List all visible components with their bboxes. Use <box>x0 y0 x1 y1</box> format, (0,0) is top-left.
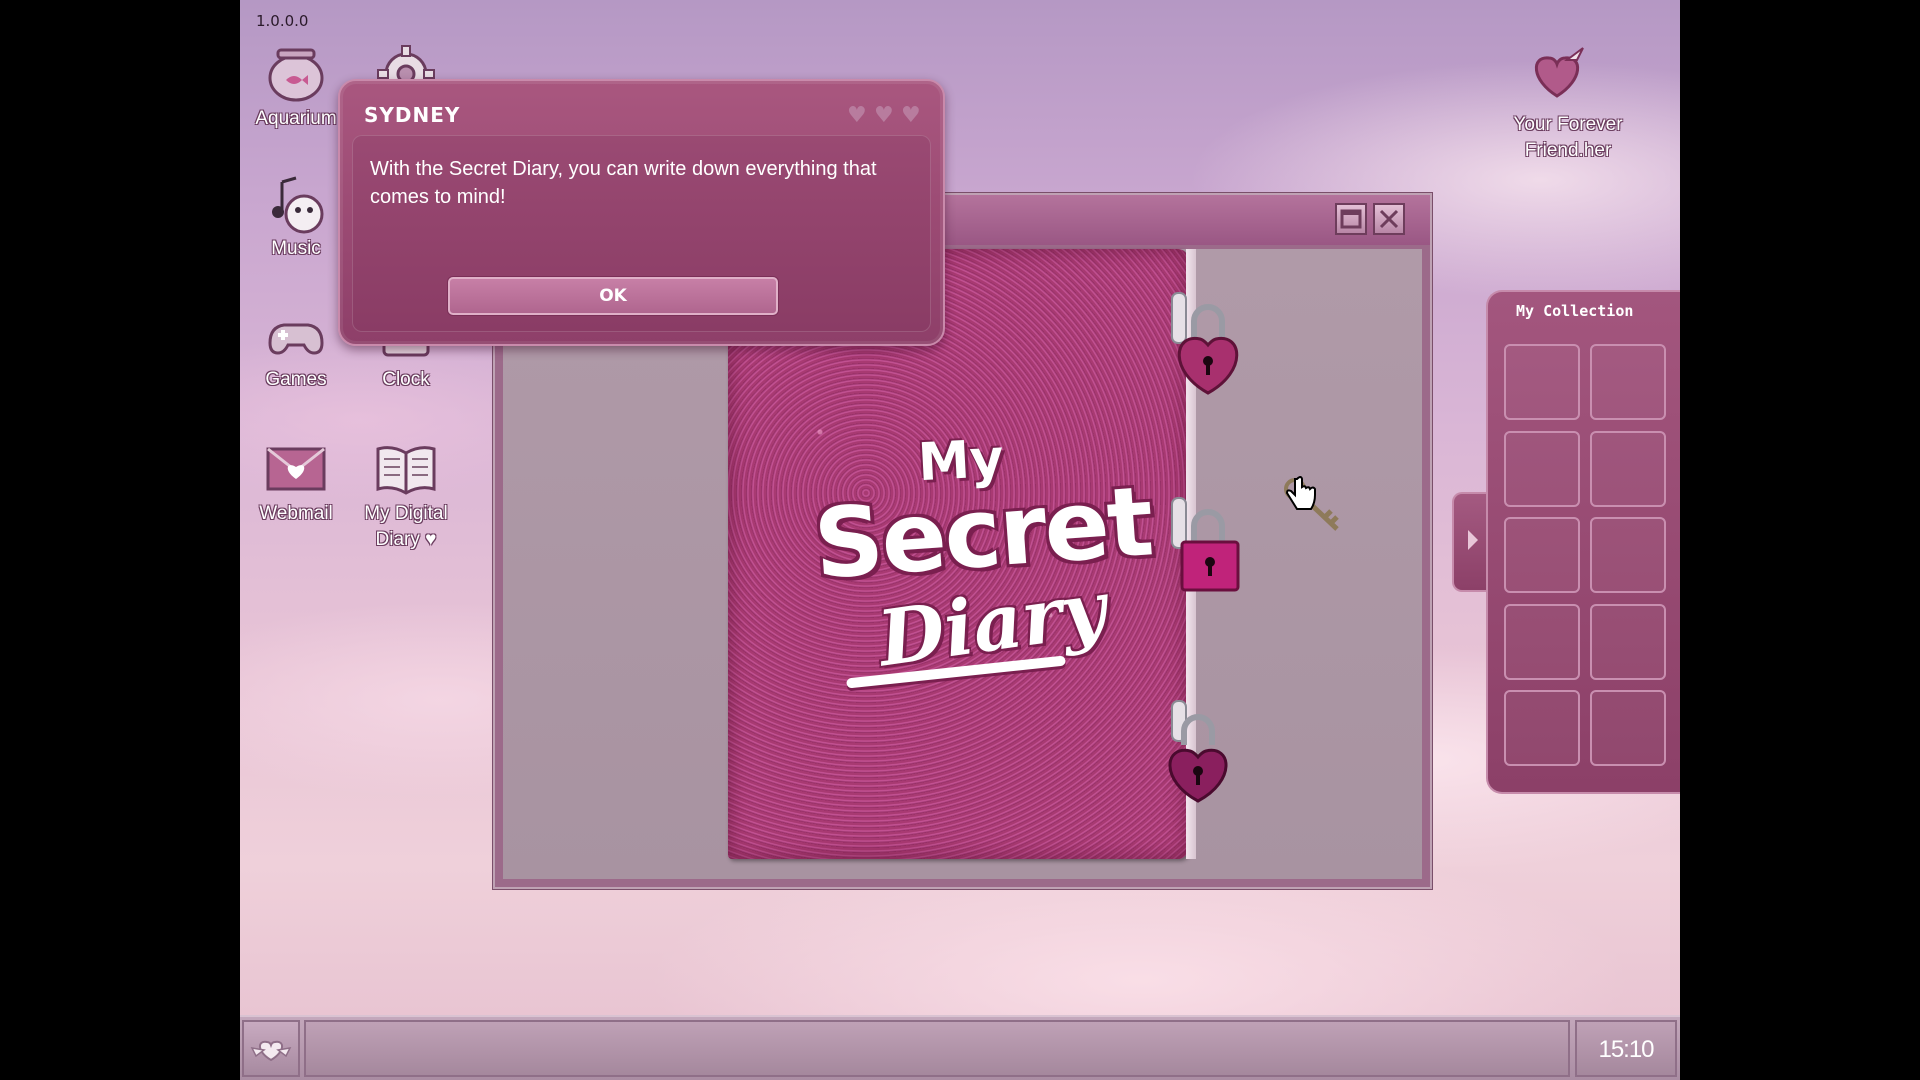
version-label: 1.0.0.0 <box>256 12 309 30</box>
heart-icon: ♥ <box>901 103 921 128</box>
desktop: 1.0.0.0 Aquarium Music Games Clock Webma… <box>240 0 1680 1080</box>
heart-icon: ♥ <box>874 103 894 128</box>
chevron-right-icon <box>1468 530 1478 550</box>
winged-heart-icon <box>250 1040 292 1062</box>
collection-slot[interactable] <box>1504 344 1580 420</box>
message-dialog[interactable]: SYDNEY ♥ ♥ ♥ With the Secret Diary, you … <box>338 79 945 346</box>
collection-slot[interactable] <box>1590 431 1666 507</box>
desktop-icon-label: Music <box>271 238 321 259</box>
desktop-icon-label: Your Forever Friend.her <box>1513 114 1623 161</box>
collection-slot[interactable] <box>1590 604 1666 680</box>
collection-slot[interactable] <box>1590 690 1666 766</box>
desktop-icon-label: Aquarium <box>255 108 337 129</box>
close-button[interactable] <box>1373 203 1405 235</box>
fishbowl-icon <box>264 42 328 106</box>
maximize-icon <box>1340 209 1362 229</box>
collection-slot[interactable] <box>1504 517 1580 593</box>
padlock-icon[interactable] <box>1168 494 1258 604</box>
gamepad-icon <box>264 303 328 367</box>
collection-slot[interactable] <box>1504 431 1580 507</box>
collection-slot[interactable] <box>1504 690 1580 766</box>
dialog-title: SYDNEY <box>364 103 461 127</box>
book-icon <box>374 437 438 501</box>
envelope-heart-icon <box>264 437 328 501</box>
start-button[interactable] <box>242 1020 300 1077</box>
taskbar-clock[interactable]: 15:10 <box>1575 1020 1677 1077</box>
close-icon <box>1379 209 1399 229</box>
desktop-icon-label: Clock <box>382 369 430 390</box>
clock-time: 15:10 <box>1598 1036 1654 1063</box>
taskbar-window-list[interactable] <box>304 1020 1570 1077</box>
collection-slot[interactable] <box>1590 517 1666 593</box>
ok-button[interactable]: OK <box>448 277 778 315</box>
desktop-icon-label: Webmail <box>259 503 333 524</box>
heart-icon: ♥ <box>847 103 867 128</box>
winged-heart-icon <box>1534 47 1584 98</box>
desktop-icon-music[interactable]: Music <box>248 172 344 262</box>
collection-slot[interactable] <box>1590 344 1666 420</box>
hand-cursor-icon <box>1285 476 1316 510</box>
desktop-icon-forever-friend[interactable] <box>1525 40 1609 108</box>
desktop-icon-label: Games <box>265 369 327 390</box>
collection-slot[interactable] <box>1504 604 1580 680</box>
collection-title: My Collection <box>1516 302 1634 320</box>
collection-panel: My Collection <box>1486 290 1680 794</box>
maximize-button[interactable] <box>1335 203 1367 235</box>
dialog-message: With the Secret Diary, you can write dow… <box>370 158 877 208</box>
taskbar: 15:10 <box>240 1015 1680 1080</box>
desktop-icon-aquarium[interactable]: Aquarium <box>248 42 344 132</box>
heart-lock-icon[interactable] <box>1168 289 1258 399</box>
desktop-icon-label: My Digital Diary ♥ <box>364 503 448 550</box>
music-icon <box>264 172 328 236</box>
desktop-icon-games[interactable]: Games <box>248 303 344 393</box>
desktop-icon-diary[interactable]: My Digital Diary ♥ <box>358 437 454 553</box>
desktop-icon-webmail[interactable]: Webmail <box>248 437 344 527</box>
heart-lock-icon[interactable] <box>1154 697 1244 807</box>
